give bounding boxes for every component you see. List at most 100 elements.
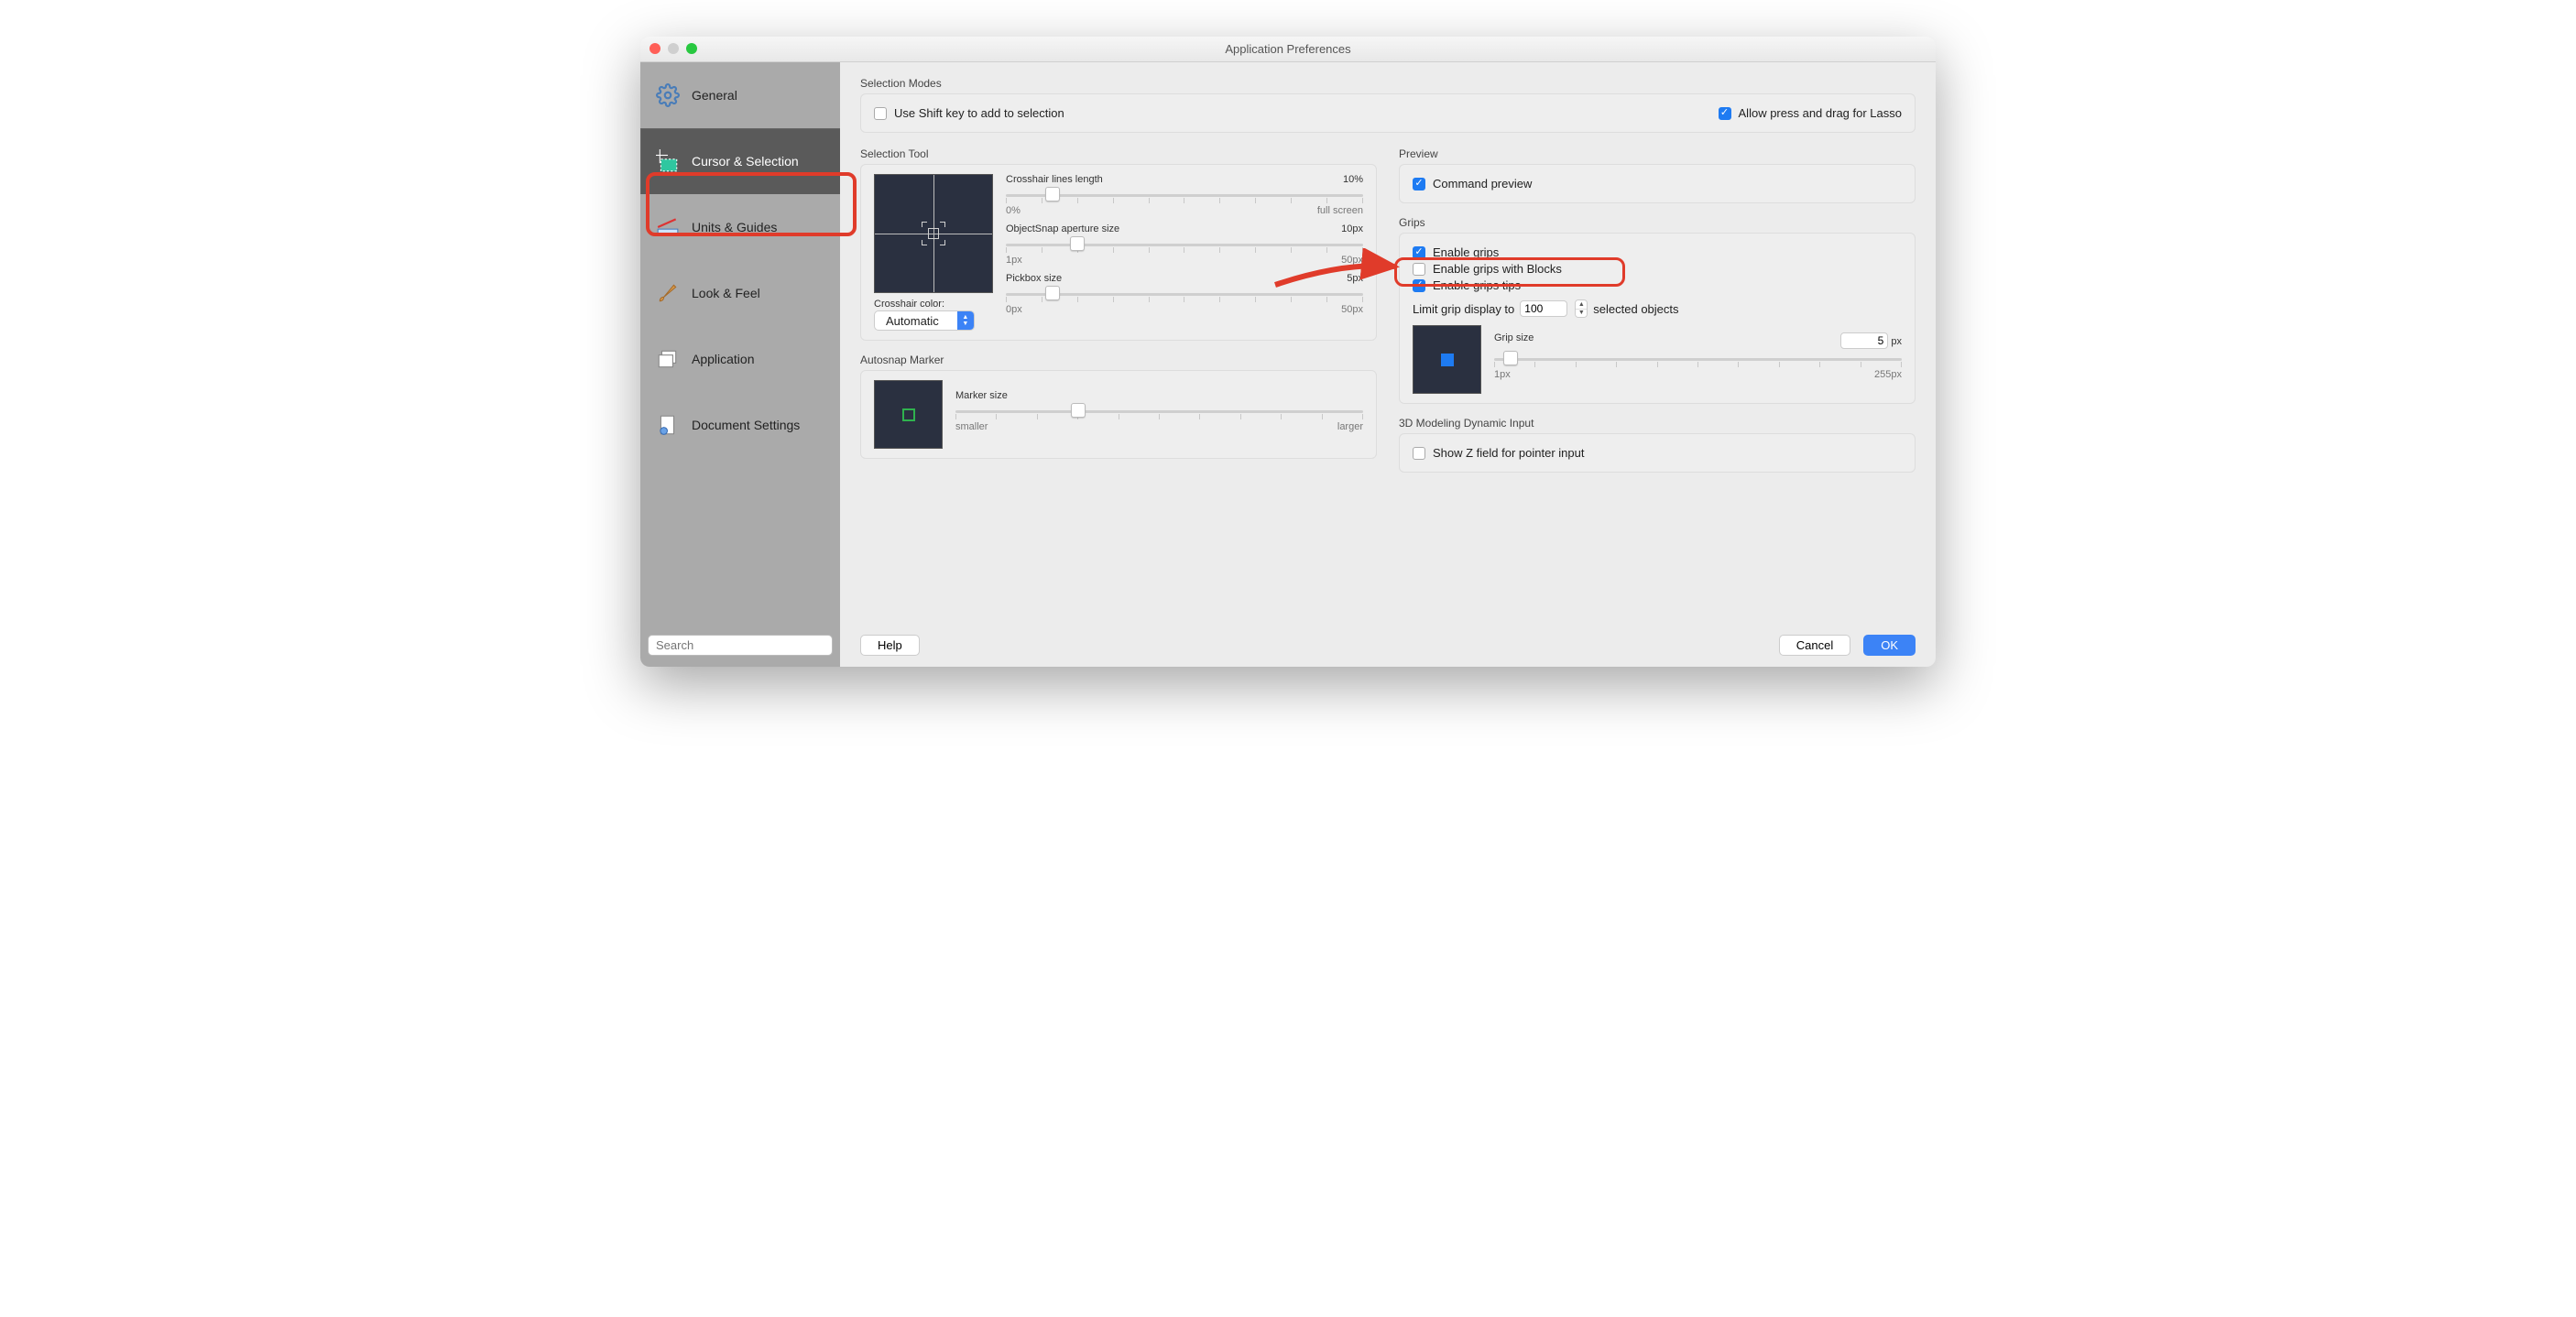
checkbox-label: Enable grips — [1433, 245, 1499, 259]
checkbox-use-shift[interactable]: Use Shift key to add to selection — [874, 106, 1064, 120]
pickbox-slider[interactable] — [1006, 286, 1363, 302]
slider-label: ObjectSnap aperture size — [1006, 223, 1119, 234]
checkbox-icon — [1413, 279, 1425, 292]
section-title-selection-modes: Selection Modes — [860, 77, 1916, 90]
panel-selection-tool: Crosshair color: Automatic ▲▼ Crosshair … — [860, 164, 1377, 341]
checkbox-label: Use Shift key to add to selection — [894, 106, 1064, 120]
sidebar-item-label: Document Settings — [692, 418, 800, 432]
window-controls — [649, 43, 697, 54]
slider-max: 50px — [1341, 304, 1363, 315]
sidebar-item-label: Units & Guides — [692, 220, 777, 234]
crosshair-color-label: Crosshair color: — [874, 299, 993, 310]
select-value: Automatic — [875, 311, 957, 330]
slider-max: 50px — [1341, 255, 1363, 266]
panel-selection-modes: Use Shift key to add to selection Allow … — [860, 93, 1916, 133]
crosshair-preview — [874, 174, 993, 293]
checkbox-label: Enable grips tips — [1433, 278, 1521, 292]
label-text: Limit grip display to — [1413, 302, 1514, 316]
slider-max: full screen — [1317, 205, 1363, 216]
label-text: selected objects — [1593, 302, 1678, 316]
sidebar-item-units-guides[interactable]: Units & Guides — [640, 194, 840, 260]
crosshair-color-select[interactable]: Automatic ▲▼ — [874, 310, 975, 331]
help-button[interactable]: Help — [860, 635, 920, 656]
slider-label: Grip size — [1494, 332, 1534, 349]
checkbox-label: Command preview — [1433, 177, 1532, 190]
slider-label: Pickbox size — [1006, 273, 1062, 284]
cancel-button[interactable]: Cancel — [1779, 635, 1850, 656]
sidebar-item-cursor-selection[interactable]: Cursor & Selection — [640, 128, 840, 194]
search-input[interactable] — [648, 635, 833, 656]
checkbox-label: Show Z field for pointer input — [1433, 446, 1584, 460]
checkbox-label: Enable grips with Blocks — [1433, 262, 1562, 276]
slider-max: larger — [1337, 421, 1363, 432]
panel-autosnap: Marker size smaller larger — [860, 370, 1377, 459]
section-title-autosnap: Autosnap Marker — [860, 354, 1377, 366]
ruler-icon — [655, 214, 681, 240]
sidebar-item-application[interactable]: Application — [640, 326, 840, 392]
zoom-icon[interactable] — [686, 43, 697, 54]
content-area: Selection Modes Use Shift key to add to … — [840, 62, 1936, 667]
checkbox-icon — [1413, 447, 1425, 460]
sidebar: General Cursor & Selection Units & Guide… — [640, 62, 840, 667]
stepper-control[interactable]: ▲▼ — [1575, 299, 1588, 318]
sidebar-item-label: Look & Feel — [692, 286, 760, 300]
slider-value: 5px — [1347, 273, 1363, 284]
sidebar-item-document-settings[interactable]: Document Settings — [640, 392, 840, 458]
checkbox-allow-lasso[interactable]: Allow press and drag for Lasso — [1719, 106, 1902, 120]
limit-grip-input[interactable] — [1520, 300, 1567, 317]
section-title-preview: Preview — [1399, 147, 1916, 160]
slider-max: 255px — [1874, 369, 1902, 380]
windows-icon — [655, 346, 681, 372]
section-title-selection-tool: Selection Tool — [860, 147, 1377, 160]
slider-label: Crosshair lines length — [1006, 174, 1103, 185]
slider-min: smaller — [955, 421, 988, 432]
section-title-3d-dyn: 3D Modeling Dynamic Input — [1399, 417, 1916, 430]
preferences-window: Application Preferences General Cursor &… — [640, 37, 1936, 667]
slider-min: 0% — [1006, 205, 1021, 216]
close-icon[interactable] — [649, 43, 660, 54]
checkbox-enable-grips[interactable]: Enable grips — [1413, 245, 1902, 259]
slider-min: 0px — [1006, 304, 1022, 315]
objectsnap-slider[interactable] — [1006, 236, 1363, 253]
panel-grips: Enable grips Enable grips with Blocks En… — [1399, 233, 1916, 404]
section-title-grips: Grips — [1399, 216, 1916, 229]
grip-size-input[interactable] — [1840, 332, 1888, 349]
sidebar-item-label: General — [692, 88, 737, 103]
slider-min: 1px — [1494, 369, 1511, 380]
checkbox-label: Allow press and drag for Lasso — [1739, 106, 1902, 120]
marker-size-slider[interactable] — [955, 403, 1363, 419]
crosshair-length-slider[interactable] — [1006, 187, 1363, 203]
checkbox-command-preview[interactable]: Command preview — [1413, 177, 1902, 190]
titlebar: Application Preferences — [640, 37, 1936, 62]
sidebar-item-general[interactable]: General — [640, 62, 840, 128]
checkbox-icon — [1413, 246, 1425, 259]
slider-value: 10px — [1341, 223, 1363, 234]
ok-button[interactable]: OK — [1863, 635, 1916, 656]
brush-icon — [655, 280, 681, 306]
gear-icon — [655, 82, 681, 108]
window-title: Application Preferences — [640, 42, 1936, 56]
autosnap-preview — [874, 380, 943, 449]
chevron-down-icon: ▼ — [1576, 310, 1587, 318]
checkbox-enable-grips-blocks[interactable]: Enable grips with Blocks — [1413, 262, 1902, 276]
chevron-up-icon: ▲ — [1576, 300, 1587, 310]
document-icon — [655, 412, 681, 438]
panel-3d-dyn: Show Z field for pointer input — [1399, 433, 1916, 473]
checkbox-icon — [1413, 263, 1425, 276]
checkbox-icon — [1719, 107, 1731, 120]
checkbox-icon — [1413, 178, 1425, 190]
grip-preview — [1413, 325, 1481, 394]
grip-size-slider[interactable] — [1494, 351, 1902, 367]
unit-label: px — [1891, 336, 1902, 347]
checkbox-icon — [874, 107, 887, 120]
checkbox-show-z[interactable]: Show Z field for pointer input — [1413, 446, 1902, 460]
slider-value: 10% — [1343, 174, 1363, 185]
minimize-icon — [668, 43, 679, 54]
sidebar-item-look-feel[interactable]: Look & Feel — [640, 260, 840, 326]
checkbox-enable-grips-tips[interactable]: Enable grips tips — [1413, 278, 1902, 292]
limit-grip-row: Limit grip display to ▲▼ selected object… — [1413, 299, 1902, 318]
cursor-selection-icon — [655, 148, 681, 174]
slider-min: 1px — [1006, 255, 1022, 266]
chevron-updown-icon: ▲▼ — [957, 311, 974, 330]
sidebar-item-label: Application — [692, 352, 755, 366]
